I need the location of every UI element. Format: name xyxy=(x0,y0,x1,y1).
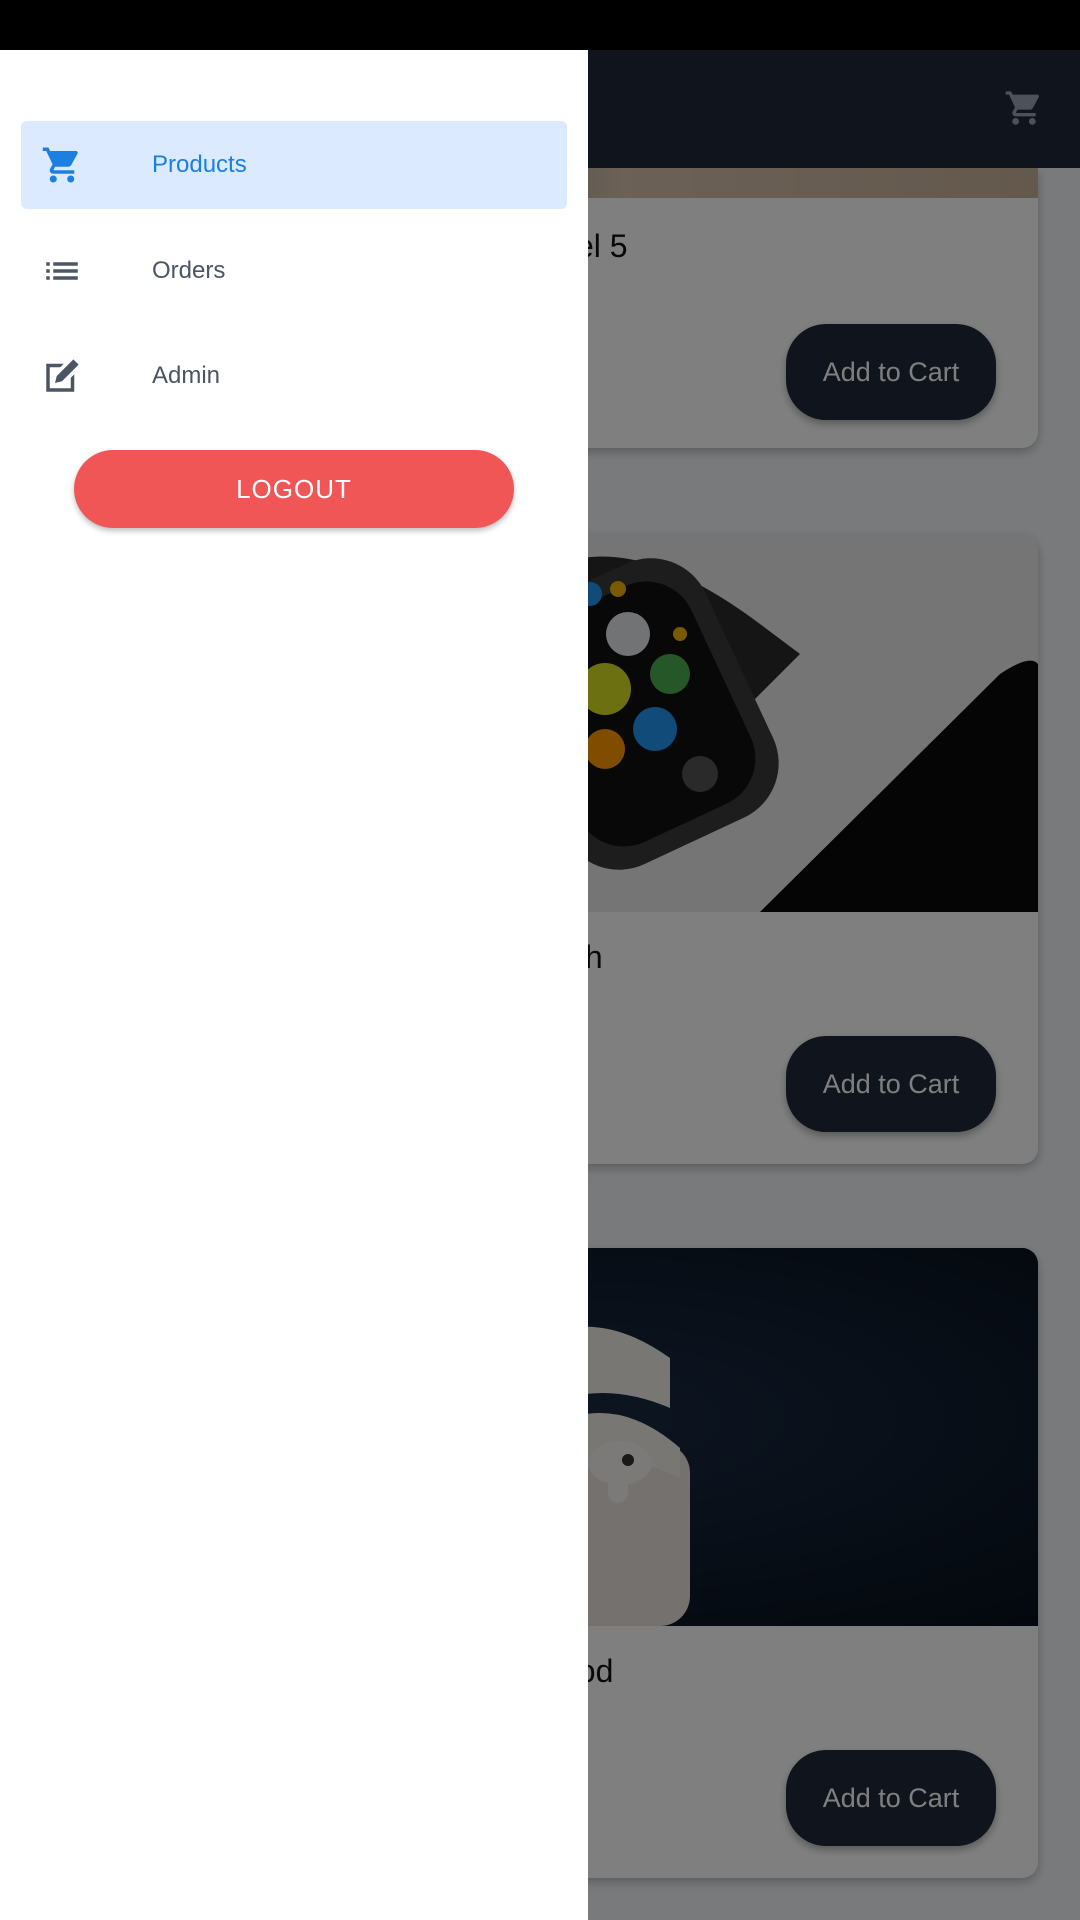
edit-icon xyxy=(46,359,79,392)
drawer-item-orders[interactable]: Orders xyxy=(21,227,567,315)
cart-icon xyxy=(42,147,78,183)
list-icon xyxy=(46,262,78,280)
drawer-item-label: Admin xyxy=(152,362,221,389)
logout-button[interactable]: LOGOUT xyxy=(74,450,514,528)
status-bar xyxy=(0,0,1080,50)
navigation-drawer: Products Orders Admin LOGOUT xyxy=(0,50,588,1920)
drawer-item-label: Products xyxy=(152,151,247,178)
drawer-item-products[interactable]: Products xyxy=(21,121,567,209)
drawer-item-label: Orders xyxy=(152,257,226,284)
drawer-item-admin[interactable]: Admin xyxy=(21,332,567,420)
